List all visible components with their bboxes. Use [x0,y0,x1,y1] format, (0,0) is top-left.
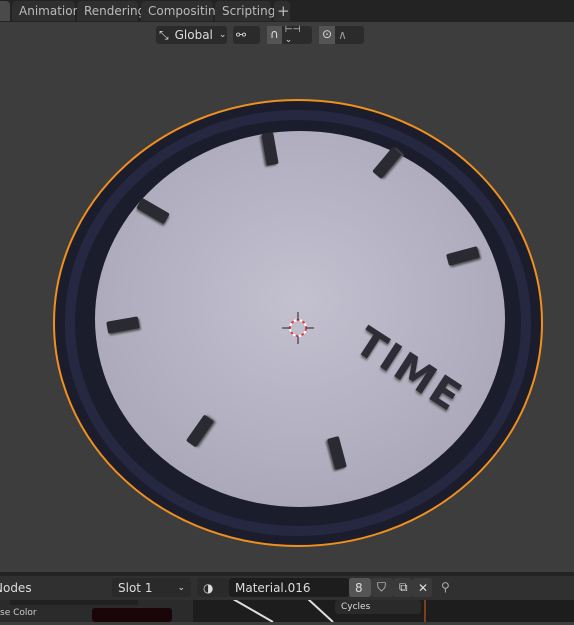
tab-rendering[interactable]: Rendering [77,1,145,21]
tab-label: Animation [19,4,81,18]
3d-viewport[interactable]: TIME [0,47,574,572]
material-name: Material.016 [235,580,311,595]
pin-icon[interactable]: ⚲ [441,580,450,594]
tab-label: Scripting [222,4,276,18]
tab-scripting[interactable]: Scripting [215,1,275,21]
tab-label: Compositing [148,4,224,18]
render-engine-value: Cycles [341,602,371,612]
close-icon: ✕ [418,580,429,595]
falloff-curve-icon[interactable]: ∧ [335,28,350,42]
pivot-point-dropdown[interactable]: ⚯ [233,26,260,44]
orientation-value: Global [174,28,213,42]
base-color-label: se Color [0,608,37,618]
material-name-field[interactable]: Material.016 [229,578,349,597]
editor-title: Nodes [0,581,32,595]
transform-orientation-icon: ⤡ [159,27,169,42]
user-count[interactable]: 8 [349,578,371,597]
tab-label: Rendering [84,4,146,18]
duplicate-material-button[interactable]: ⧉ [393,578,412,597]
snap-group[interactable]: ∩ ⊢⊣ ⌄ [267,25,312,45]
pivot-icon: ⚯ [236,28,247,42]
shader-editor-header: Nodes Slot 1 ⌄ ◑ Material.016 8 ⛉ ⧉ ✕ ⚲ [0,576,574,600]
clock-model [53,99,543,547]
add-workspace-button[interactable]: + [274,1,290,21]
workspace-bar: Animation Rendering Compositing Scriptin… [0,0,574,22]
chevron-down-icon: ⌄ [218,30,227,40]
tab-animation[interactable]: Animation [12,1,80,21]
proportional-edit-icon[interactable]: ⊙ [319,26,336,44]
shield-icon: ⛉ [377,580,387,594]
transform-orientation-dropdown[interactable]: ⤡ Global ⌄ [156,26,227,44]
proportional-edit-group[interactable]: ⊙ ∧ [319,26,364,44]
copy-icon: ⧉ [399,580,408,594]
tab-compositing[interactable]: Compositing [141,1,223,21]
node-sidebar: se Color [0,599,193,622]
slot-value: Slot 1 [118,580,153,595]
material-sphere-icon: ◑ [203,580,214,595]
material-browse-button[interactable]: ◑ [197,578,229,597]
unlink-material-button[interactable]: ✕ [412,578,432,597]
slot-dropdown[interactable]: Slot 1 ⌄ [112,578,191,597]
user-count-value: 8 [355,580,363,595]
clock-face [95,131,505,507]
snap-increment-icon[interactable]: ⊢⊣ ⌄ [282,25,312,45]
render-engine-dropdown[interactable]: Cycles [335,600,421,614]
tab-layout[interactable] [0,1,10,21]
fake-user-button[interactable]: ⛉ [371,578,393,597]
snap-magnet-icon[interactable]: ∩ [267,26,282,44]
chevron-down-icon: ⌄ [177,582,185,593]
base-color-swatch[interactable] [92,608,172,622]
